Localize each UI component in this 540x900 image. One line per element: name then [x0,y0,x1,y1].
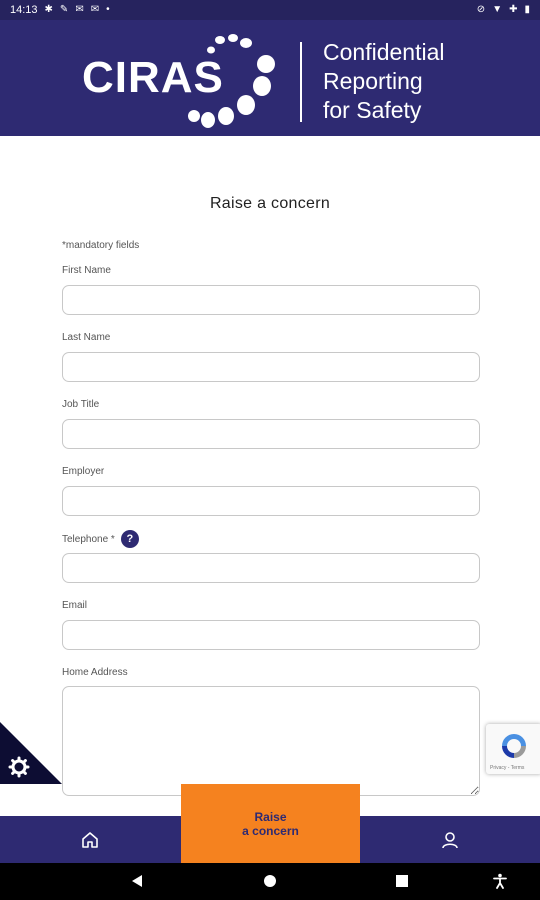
status-left: 14:13 ✱ ✎ ✉ ✉ • [10,4,110,16]
app-header: CIRAS Confidential Reporting for Safety [0,20,540,138]
employer-label: Employer [62,466,104,477]
email-label: Email [62,600,87,611]
mail-notification-icon-2: ✉ [90,4,100,15]
recaptcha-icon [502,734,526,758]
employer-input[interactable] [62,486,480,516]
email-input[interactable] [62,620,480,650]
nav-home-button[interactable] [70,826,110,854]
question-icon[interactable]: ? [120,530,139,548]
telephone-label-text: Telephone * [62,533,115,545]
accessibility-shortcut-button[interactable] [490,871,510,891]
mandatory-note: *mandatory fields [62,240,140,251]
battery-icon: ▮ [524,4,530,15]
last-name-input[interactable] [62,352,480,382]
tagline-line-1: Confidential [323,39,445,65]
first-name-label-text: First Name [62,265,111,276]
logo-divider [300,42,302,122]
status-right: ⊘ ▼ ✚ ▮ [477,5,530,15]
last-name-label: Last Name [62,332,110,343]
logo-dots-icon [188,34,275,128]
mute-icon: ⊘ [476,4,486,15]
home-icon [82,832,98,848]
signal-icon: ✚ [509,4,518,15]
job-title-label-text: Job Title [62,399,100,410]
recents-button[interactable] [392,871,412,891]
first-name-label: First Name [62,265,111,276]
home-address-label-text: Home Address [62,667,128,678]
employer-label-text: Employer [62,466,105,477]
app-notification-icon: ✎ [59,4,69,15]
mail-notification-icon: ✉ [75,4,84,15]
accessibility-settings-button[interactable] [0,722,62,784]
accessibility-icon [493,873,507,889]
home-address-textarea[interactable] [62,686,480,796]
back-triangle-icon [132,875,142,887]
first-name-input[interactable] [62,285,480,315]
raise-concern-button[interactable]: Raise a concern [181,784,360,863]
tagline-line-3: for Safety [323,97,422,123]
settings-notification-icon: ✱ [44,4,53,15]
email-label-text: Email [62,600,88,611]
status-time: 14:13 [10,4,38,16]
wifi-icon: ▼ [492,4,503,15]
tagline-line-2: Reporting [323,68,423,94]
job-title-label: Job Title [62,399,99,410]
user-icon [442,832,458,849]
raise-line-2: a concern [242,823,299,838]
recaptcha-terms[interactable]: Privacy - Terms [490,765,524,771]
circle-home-icon [264,875,276,887]
system-home-button[interactable] [260,871,280,891]
raise-line-1: Raise [254,809,287,824]
recaptcha-badge[interactable]: Privacy - Terms [486,724,540,774]
system-nav-bar [0,863,540,900]
home-address-label: Home Address [62,667,128,678]
telephone-input[interactable] [62,553,480,583]
nav-profile-button[interactable] [430,826,470,854]
last-name-label-text: Last Name [62,332,111,343]
page-title: Raise a concern [209,195,331,212]
logo-tagline: Confidential Reporting for Safety [323,38,444,125]
job-title-input[interactable] [62,419,480,449]
square-recents-icon [396,875,408,887]
back-button[interactable] [128,871,148,891]
dot-notification-icon: • [106,4,110,15]
status-bar: 14:13 ✱ ✎ ✉ ✉ • ⊘ ▼ ✚ ▮ [0,0,540,20]
telephone-label: Telephone * ? [62,530,139,548]
